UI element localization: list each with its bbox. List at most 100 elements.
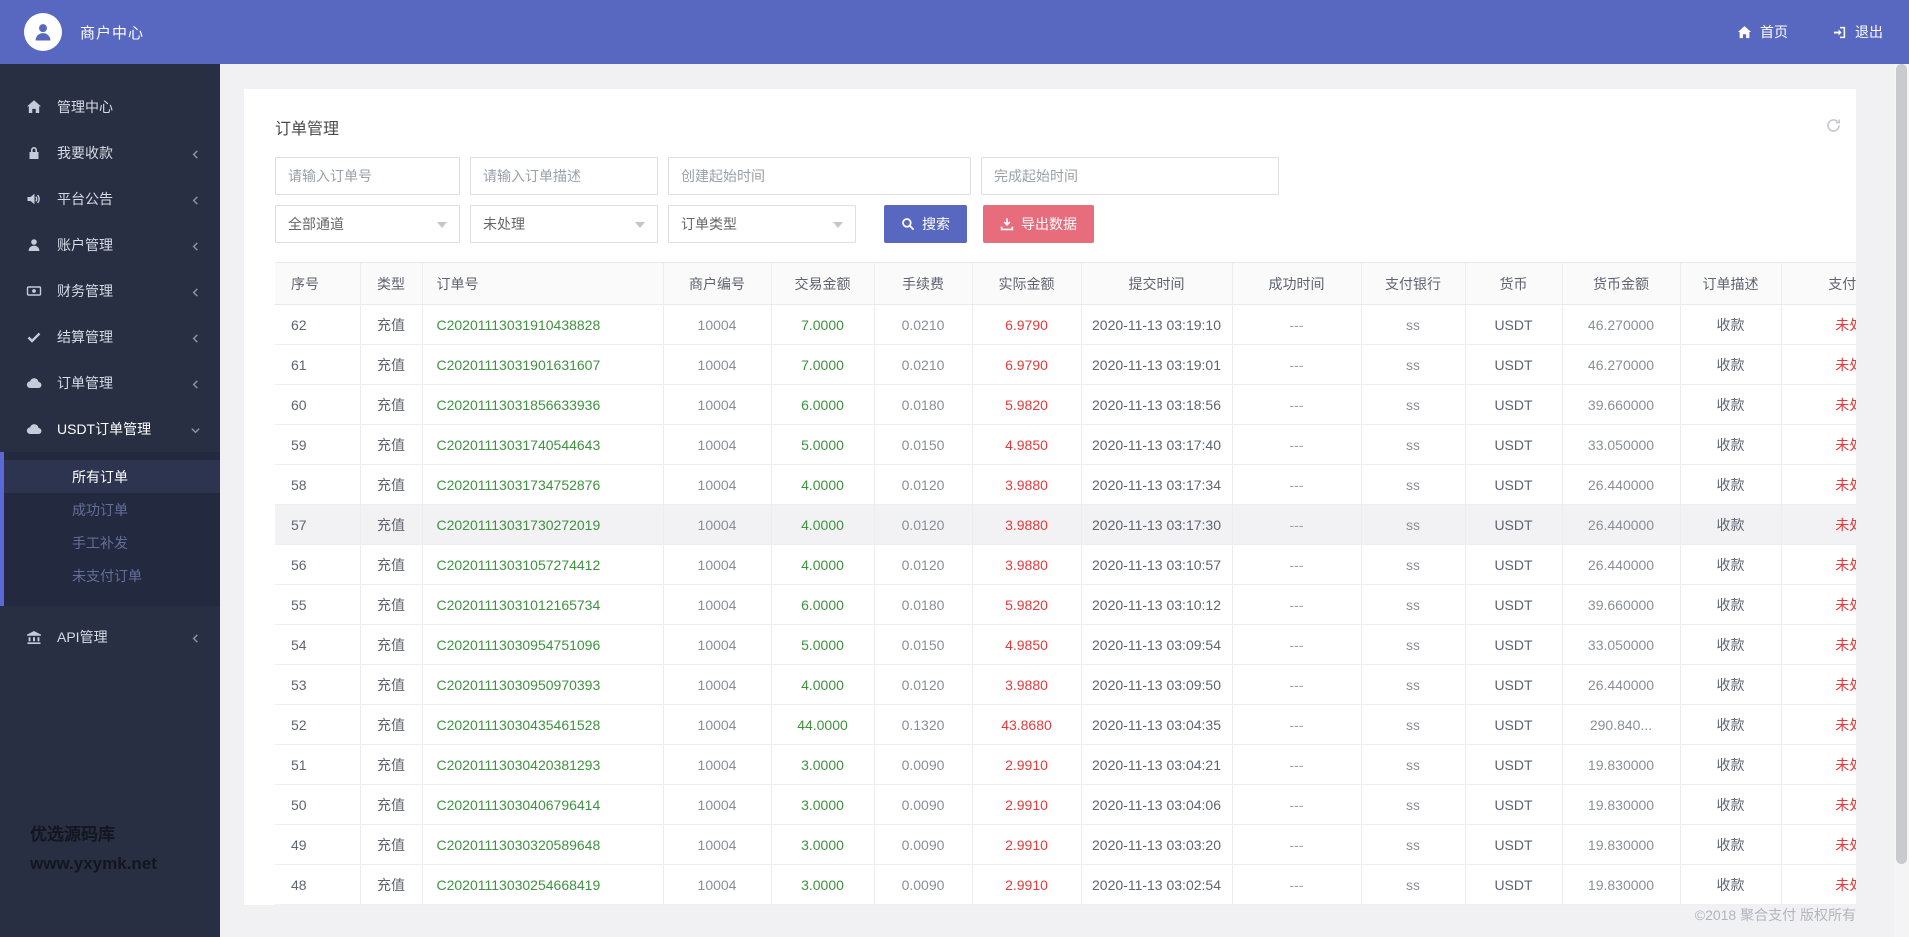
- table-cell: USDT: [1464, 464, 1562, 505]
- submenu-item-unpaid-orders[interactable]: 未支付订单: [4, 559, 220, 592]
- table-row[interactable]: 53 充值 C20201113030950970393 10004 4.0000 0.01…: [275, 664, 1856, 705]
- table-row[interactable]: 55 充值 C20201113031012165734 10004 6.0000 0.01…: [275, 584, 1856, 625]
- table-cell: 10004: [662, 744, 771, 785]
- table-row[interactable]: 48 充值 C20201113030254668419 10004 3.0000 0.00…: [275, 864, 1856, 905]
- table-cell: 5.9820: [971, 384, 1081, 425]
- sidebar-item-collect[interactable]: 我要收款: [0, 130, 220, 176]
- table-cell: 收款: [1679, 464, 1781, 505]
- table-cell: 2020-11-13 03:04:06: [1080, 784, 1232, 825]
- sidebar-item-api[interactable]: API管理: [0, 614, 220, 660]
- table-cell: 4.0000: [770, 664, 874, 705]
- table-cell: 2020-11-13 03:10:57: [1080, 544, 1232, 585]
- table-cell: 19.830000: [1561, 824, 1680, 865]
- table-cell: USDT: [1464, 824, 1562, 865]
- sidebar-item-label: 账户管理: [57, 237, 113, 253]
- table-cell: 0.0150: [873, 624, 972, 665]
- table-cell: ---: [1231, 504, 1361, 545]
- table-row[interactable]: 56 充值 C20201113031057274412 10004 4.0000 0.01…: [275, 544, 1856, 585]
- sidebar-item-finance[interactable]: 财务管理: [0, 268, 220, 314]
- table-row[interactable]: 62 充值 C20201113031910438828 10004 7.0000 0.02…: [275, 304, 1856, 345]
- create-time-input[interactable]: [668, 157, 971, 195]
- table-row[interactable]: 61 充值 C20201113031901631607 10004 7.0000 0.02…: [275, 344, 1856, 385]
- table-cell: 2.9910: [971, 744, 1081, 785]
- table-cell: C20201113031910438828: [421, 304, 663, 345]
- table-cell: 0.0120: [873, 504, 972, 545]
- table-cell: 2.9910: [971, 864, 1081, 905]
- submenu-item-all-orders[interactable]: 所有订单: [4, 460, 220, 493]
- submenu-item-success-orders[interactable]: 成功订单: [4, 493, 220, 526]
- order-desc-input[interactable]: [470, 157, 658, 195]
- submenu-item-manual-resend[interactable]: 手工补发: [4, 526, 220, 559]
- table-cell: USDT: [1464, 864, 1562, 905]
- table-cell: 0.0090: [873, 744, 972, 785]
- chevron-left-icon: [190, 285, 202, 297]
- order-type-select[interactable]: 订单类型: [668, 205, 856, 243]
- table-cell: 10004: [662, 344, 771, 385]
- table-cell: 46.270000: [1561, 304, 1680, 345]
- watermark-line2: www.yxymk.net: [30, 854, 157, 874]
- table-row[interactable]: 59 充值 C20201113031740544643 10004 5.0000 0.01…: [275, 424, 1856, 465]
- search-button[interactable]: 搜索: [884, 205, 967, 243]
- sidebar-item-account[interactable]: 账户管理: [0, 222, 220, 268]
- export-button[interactable]: 导出数据: [983, 205, 1094, 243]
- table-cell: 未处理: [1780, 744, 1856, 785]
- user-avatar: [24, 13, 62, 51]
- table-cell: C20201113030954751096: [421, 624, 663, 665]
- nav-logout[interactable]: 退出: [1832, 22, 1883, 42]
- copyright: ©2018 聚合支付 版权所有: [1694, 907, 1856, 923]
- table-cell: 2020-11-13 03:04:21: [1080, 744, 1232, 785]
- sidebar-item-announcements[interactable]: 平台公告: [0, 176, 220, 222]
- sidebar-item-label: 平台公告: [57, 191, 113, 207]
- column-header: 交易金额: [770, 262, 874, 305]
- refresh-button[interactable]: [1825, 117, 1842, 137]
- scrollbar-thumb[interactable]: [1896, 64, 1907, 864]
- table-cell: 收款: [1679, 744, 1781, 785]
- table-cell: 3.9880: [971, 544, 1081, 585]
- table-row[interactable]: 58 充值 C20201113031734752876 10004 4.0000 0.01…: [275, 464, 1856, 505]
- content-panel: 订单管理 全部通道 未处理: [244, 89, 1856, 905]
- table-cell: ---: [1231, 744, 1361, 785]
- order-no-input[interactable]: [275, 157, 460, 195]
- table-cell: 4.0000: [770, 504, 874, 545]
- filter-bar: 全部通道 未处理 订单类型 搜索: [244, 139, 1856, 243]
- table-cell: C20201113031856633936: [421, 384, 663, 425]
- cloud-icon: [26, 421, 43, 438]
- table-row[interactable]: 51 充值 C20201113030420381293 10004 3.0000 0.00…: [275, 744, 1856, 785]
- table-cell: 0.0180: [873, 384, 972, 425]
- table-row[interactable]: 49 充值 C20201113030320589648 10004 3.0000 0.00…: [275, 824, 1856, 865]
- channel-select[interactable]: 全部通道: [275, 205, 460, 243]
- sidebar-item-label: 管理中心: [57, 99, 113, 115]
- table-row[interactable]: 60 充值 C20201113031856633936 10004 6.0000 0.01…: [275, 384, 1856, 425]
- finish-time-input[interactable]: [981, 157, 1279, 195]
- page-scrollbar[interactable]: [1894, 64, 1909, 937]
- table-cell: 充值: [359, 504, 422, 545]
- sidebar-item-usdt-orders[interactable]: USDT订单管理: [0, 406, 220, 452]
- status-select[interactable]: 未处理: [470, 205, 658, 243]
- user-icon: [26, 237, 43, 254]
- table-cell: 收款: [1679, 304, 1781, 345]
- nav-home-label: 首页: [1760, 24, 1788, 40]
- table-row[interactable]: 54 充值 C20201113030954751096 10004 5.0000 0.01…: [275, 624, 1856, 665]
- table-cell: 2.9910: [971, 784, 1081, 825]
- table-row[interactable]: 57 充值 C20201113031730272019 10004 4.0000 0.01…: [275, 504, 1856, 545]
- table-cell: ss: [1360, 784, 1465, 825]
- nav-logout-label: 退出: [1855, 24, 1883, 40]
- nav-home[interactable]: 首页: [1737, 22, 1788, 42]
- table-row[interactable]: 50 充值 C20201113030406796414 10004 3.0000 0.00…: [275, 784, 1856, 825]
- table-cell: 0.0180: [873, 584, 972, 625]
- table-cell: 充值: [359, 344, 422, 385]
- sidebar-item-orders[interactable]: 订单管理: [0, 360, 220, 406]
- table-cell: C20201113030320589648: [421, 824, 663, 865]
- table-cell: USDT: [1464, 744, 1562, 785]
- table-cell: ---: [1231, 704, 1361, 745]
- table-cell: 未处理: [1780, 504, 1856, 545]
- table-cell: 5.0000: [770, 624, 874, 665]
- table-row[interactable]: 52 充值 C20201113030435461528 10004 44.0000 0.1…: [275, 704, 1856, 745]
- table-cell: 收款: [1679, 424, 1781, 465]
- column-header: 订单描述: [1679, 262, 1781, 305]
- sidebar-item-settlement[interactable]: 结算管理: [0, 314, 220, 360]
- table-cell: 充值: [359, 784, 422, 825]
- table-cell: 19.830000: [1561, 864, 1680, 905]
- table-cell: 3.9880: [971, 664, 1081, 705]
- sidebar-item-admin-center[interactable]: 管理中心: [0, 84, 220, 130]
